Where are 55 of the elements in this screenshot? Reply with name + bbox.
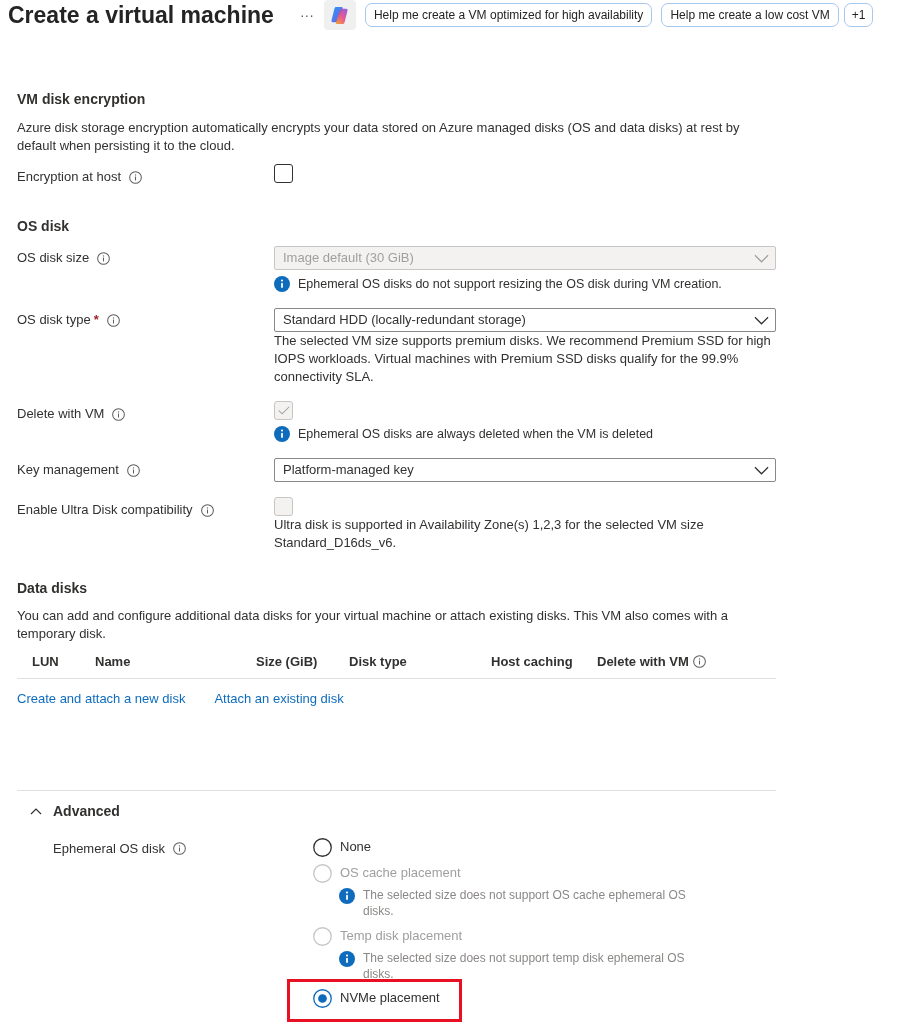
info-icon [274, 276, 290, 292]
checkbox[interactable] [274, 164, 293, 183]
info-icon[interactable] [126, 463, 140, 477]
field-label: Encryption at host [17, 168, 122, 186]
info-icon [274, 426, 290, 442]
column-header: Delete with VM [597, 652, 689, 671]
required-mark: * [93, 311, 99, 329]
option-label[interactable]: None [340, 838, 372, 856]
info-message: Ephemeral OS disks are always deleted when the VM is deleted [298, 426, 654, 443]
column-header: Host caching [491, 652, 573, 671]
chevron-down-icon [754, 315, 769, 325]
info-icon[interactable] [173, 842, 186, 855]
check-icon [277, 406, 290, 415]
page-title: Create a virtual machine [8, 1, 274, 29]
column-header: Disk type [349, 652, 407, 671]
help-text: Ultra disk is supported in Availability Zone(s) 1,2,3 for the selected VM size Standard_D16ds_v6. [274, 516, 705, 552]
link[interactable]: Attach an existing disk [214, 690, 344, 708]
dropdown[interactable]: Standard HDD (locally-redundant storage) [274, 308, 776, 332]
link[interactable]: Create and attach a new disk [17, 690, 186, 708]
section-heading: VM disk encryption [17, 90, 147, 109]
field-label: Delete with VM [17, 405, 105, 423]
assistant-button[interactable] [323, 0, 356, 30]
dropdown[interactable]: Platform-managed key [274, 458, 776, 482]
chevron-down-icon [754, 253, 769, 263]
column-header: Name [95, 652, 131, 671]
radio-button[interactable] [313, 988, 332, 1008]
info-message: The selected size does not support temp disk ephemeral OS disks. [363, 950, 686, 982]
info-icon [339, 951, 355, 967]
field-label: Ephemeral OS disk [53, 839, 165, 858]
section-description: Azure disk storage encryption automatically encrypts your data stored on Azure managed disks (OS and data disks) at rest by default when persisting it to the cloud. [17, 119, 741, 155]
column-header: LUN [32, 652, 59, 671]
logo-icon [330, 5, 350, 25]
help-text: The selected VM size supports premium disks. We recommend Premium SSD for high IOPS workloads. Virtual machines with Premium SSD disks qualify for the 99.9% connectivity SLA. [274, 332, 772, 386]
suggestion-chip[interactable]: Help me create a VM optimized for high availability [364, 3, 653, 27]
more-suggestions-chip[interactable]: +1 [843, 3, 874, 27]
radio-button[interactable] [313, 837, 332, 857]
more-button[interactable]: ··· [297, 6, 316, 24]
field-label: OS disk type [17, 311, 91, 329]
section-description: You can add and configure additional data disks for your virtual machine or attach existing disks. This VM also comes with a temporary disk. [17, 607, 730, 643]
field-label: Key management [17, 461, 119, 479]
suggestion-chip[interactable]: Help me create a low cost VM [661, 3, 839, 27]
section-heading: Data disks [17, 579, 89, 598]
section-heading: OS disk [17, 217, 71, 236]
field-label: OS disk size [17, 249, 90, 267]
option-label[interactable]: NVMe placement [340, 989, 440, 1007]
info-icon[interactable] [692, 655, 706, 668]
field-label: Enable Ultra Disk compatibility [17, 501, 193, 519]
info-icon[interactable] [106, 313, 120, 327]
info-icon[interactable] [129, 170, 143, 184]
info-icon [339, 888, 355, 904]
info-message: Ephemeral OS disks do not support resizing the OS disk during VM creation. [298, 276, 722, 293]
section-toggle[interactable]: Advanced [30, 801, 120, 821]
column-header: Size (GiB) [256, 652, 318, 671]
chevron-down-icon [754, 465, 769, 475]
info-message: The selected size does not support OS cache ephemeral OS disks. [363, 887, 687, 919]
